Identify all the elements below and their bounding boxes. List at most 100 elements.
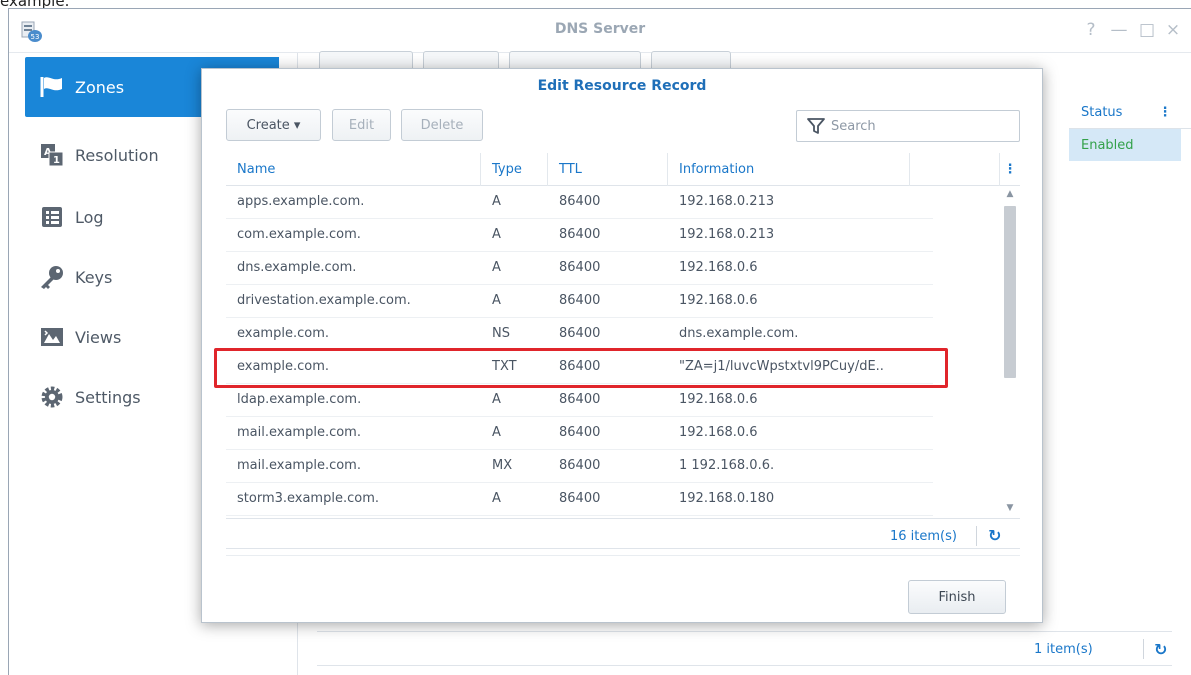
sidebar-item-label: Log bbox=[75, 207, 104, 227]
zone-footer-divider-bottom bbox=[317, 665, 1172, 666]
search-input[interactable] bbox=[831, 118, 1001, 134]
cell-ttl: 86400 bbox=[559, 359, 601, 374]
cell-ttl: 86400 bbox=[559, 227, 601, 242]
scrollbar-thumb[interactable] bbox=[1004, 206, 1016, 378]
cell-name: com.example.com. bbox=[237, 227, 361, 242]
table-row[interactable]: dns.example.com. A 86400 192.168.0.6 bbox=[226, 252, 933, 285]
vertical-scrollbar[interactable]: ▲ ▼ bbox=[1000, 186, 1020, 519]
scroll-down-arrow-icon[interactable]: ▼ bbox=[1005, 504, 1015, 513]
cell-ttl: 86400 bbox=[559, 260, 601, 275]
table-row[interactable]: mail.example.com. A 86400 192.168.0.6 bbox=[226, 417, 933, 450]
scroll-up-arrow-icon[interactable]: ▲ bbox=[1005, 190, 1015, 199]
sidebar-item-label: Keys bbox=[75, 267, 113, 287]
cell-name: example.com. bbox=[237, 359, 329, 374]
sidebar-item-label: Views bbox=[75, 327, 122, 347]
grid-body: apps.example.com. A 86400 192.168.0.213 com.… bbox=[226, 186, 1000, 519]
filter-icon bbox=[807, 118, 825, 134]
delete-button[interactable]: Delete bbox=[401, 109, 483, 141]
cell-information: 192.168.0.213 bbox=[679, 227, 775, 242]
column-header-name[interactable]: Name bbox=[226, 153, 481, 186]
table-row[interactable]: ldap.example.com. A 86400 192.168.0.6 bbox=[226, 384, 933, 417]
create-dropdown-button[interactable]: Create ▾ bbox=[226, 109, 321, 141]
cell-name: mail.example.com. bbox=[237, 458, 361, 473]
minimize-button[interactable]: — bbox=[1107, 18, 1131, 42]
record-count-separator bbox=[976, 526, 977, 546]
table-row[interactable]: example.com. TXT 86400 "ZA=j1/luvcWpstxtvl9… bbox=[226, 351, 933, 384]
cell-information: 192.168.0.180 bbox=[679, 491, 775, 506]
zone-item-count: 1 item(s) bbox=[1034, 642, 1093, 657]
maximize-button[interactable]: □ bbox=[1135, 18, 1159, 42]
table-row[interactable]: example.com. NS 86400 dns.example.com. bbox=[226, 318, 933, 351]
cell-name: ldap.example.com. bbox=[237, 392, 362, 407]
zone-footer-divider bbox=[317, 631, 1172, 632]
table-row[interactable]: storm3.example.com. A 86400 192.168.0.180 bbox=[226, 483, 933, 516]
cell-type: A bbox=[492, 425, 501, 440]
cell-information: 192.168.0.213 bbox=[679, 194, 775, 209]
cell-type: A bbox=[492, 227, 501, 242]
window-title: DNS Server bbox=[554, 21, 646, 37]
column-menu-icon[interactable]: ⋮ bbox=[1000, 153, 1020, 186]
edit-resource-record-dialog: Edit Resource Record Create ▾ Edit Delet… bbox=[201, 68, 1043, 623]
status-column-header[interactable]: Status bbox=[1081, 105, 1122, 120]
finish-button[interactable]: Finish bbox=[908, 580, 1006, 614]
dialog-divider bbox=[226, 548, 1020, 549]
cell-name: apps.example.com. bbox=[237, 194, 365, 209]
zone-column-menu-icon[interactable]: ⋮ bbox=[1158, 105, 1171, 120]
search-field[interactable] bbox=[796, 110, 1020, 142]
cell-type: A bbox=[492, 392, 501, 407]
cell-ttl: 86400 bbox=[559, 326, 601, 341]
cell-ttl: 86400 bbox=[559, 425, 601, 440]
cell-type: TXT bbox=[492, 359, 517, 374]
log-icon bbox=[37, 202, 67, 232]
resolution-icon: A1 bbox=[37, 140, 67, 170]
zones-flag-icon bbox=[37, 72, 67, 102]
cell-ttl: 86400 bbox=[559, 293, 601, 308]
cell-information: 192.168.0.6 bbox=[679, 260, 758, 275]
record-refresh-icon[interactable]: ↻ bbox=[988, 526, 1001, 545]
column-header-ttl[interactable]: TTL bbox=[548, 153, 668, 186]
zone-table-row[interactable]: Enabled bbox=[1069, 129, 1181, 161]
record-item-count: 16 item(s) bbox=[890, 529, 957, 544]
cell-name: example.com. bbox=[237, 326, 329, 341]
cell-type: A bbox=[492, 260, 501, 275]
cell-type: MX bbox=[492, 458, 513, 473]
cell-information: 1 192.168.0.6. bbox=[679, 458, 775, 473]
cell-information: 192.168.0.6 bbox=[679, 293, 758, 308]
cell-type: A bbox=[492, 293, 501, 308]
edit-button[interactable]: Edit bbox=[332, 109, 391, 141]
dialog-divider-secondary bbox=[226, 555, 1020, 556]
zone-count-separator bbox=[1143, 639, 1144, 659]
cell-information: 192.168.0.6 bbox=[679, 425, 758, 440]
dialog-title: Edit Resource Record bbox=[537, 78, 707, 94]
table-row[interactable]: drivestation.example.com. A 86400 192.168.0… bbox=[226, 285, 933, 318]
table-row[interactable]: apps.example.com. A 86400 192.168.0.213 bbox=[226, 186, 933, 219]
close-button[interactable]: × bbox=[1161, 18, 1185, 42]
cell-name: mail.example.com. bbox=[237, 425, 361, 440]
key-icon bbox=[37, 262, 67, 292]
sidebar-item-label: Settings bbox=[75, 387, 141, 407]
cell-information: dns.example.com. bbox=[679, 326, 799, 341]
table-row[interactable]: com.example.com. A 86400 192.168.0.213 bbox=[226, 219, 933, 252]
title-bar: 53 DNS Server ? — □ × bbox=[9, 9, 1191, 53]
zone-refresh-icon[interactable]: ↻ bbox=[1154, 640, 1167, 659]
cell-information: "ZA=j1/luvcWpstxtvl9PCuy/dE.. bbox=[679, 359, 884, 374]
cell-ttl: 86400 bbox=[559, 458, 601, 473]
grid-header: Name Type TTL Information ⋮ bbox=[226, 153, 1020, 186]
table-row[interactable]: mail.example.com. MX 86400 1 192.168.0.6. bbox=[226, 450, 933, 483]
cell-information: 192.168.0.6 bbox=[679, 392, 758, 407]
help-button[interactable]: ? bbox=[1079, 18, 1103, 42]
views-icon bbox=[37, 322, 67, 352]
cell-name: storm3.example.com. bbox=[237, 491, 379, 506]
cell-ttl: 86400 bbox=[559, 194, 601, 209]
cell-ttl: 86400 bbox=[559, 392, 601, 407]
cell-type: A bbox=[492, 194, 501, 209]
svg-text:1: 1 bbox=[53, 155, 60, 166]
zone-status-badge: Enabled bbox=[1081, 137, 1134, 153]
cell-type: A bbox=[492, 491, 501, 506]
column-header-type[interactable]: Type bbox=[481, 153, 548, 186]
cell-ttl: 86400 bbox=[559, 491, 601, 506]
gear-icon bbox=[37, 382, 67, 412]
zone-grid-header: Status ⋮ bbox=[1069, 97, 1191, 129]
column-header-information[interactable]: Information bbox=[668, 153, 910, 186]
cell-name: drivestation.example.com. bbox=[237, 293, 411, 308]
